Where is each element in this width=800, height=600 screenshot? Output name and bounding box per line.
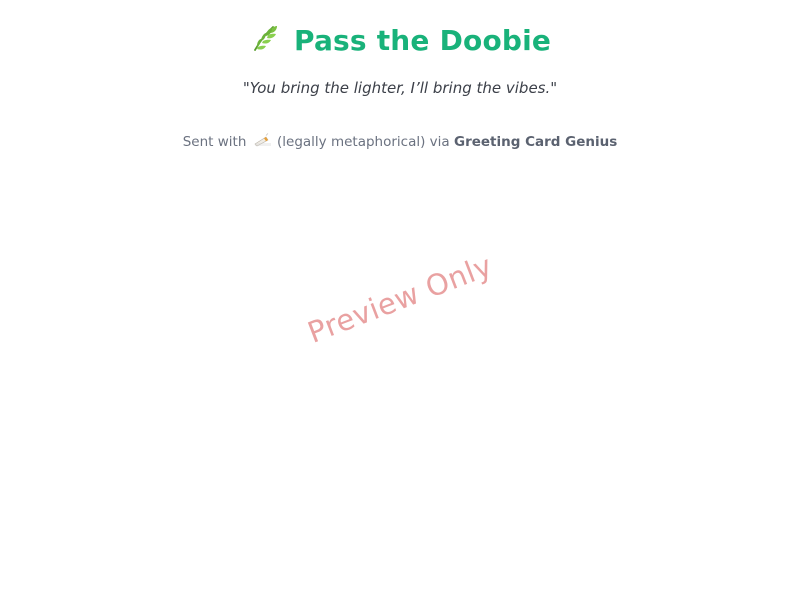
brand-link[interactable]: Greeting Card Genius — [454, 134, 617, 150]
greeting-card-preview: Pass the Doobie "You bring the lighter, … — [0, 0, 800, 600]
preview-watermark: Preview Only — [303, 248, 497, 350]
card-title: Pass the Doobie — [293, 24, 552, 57]
herb-leaf-icon — [249, 23, 279, 53]
joint-icon — [253, 133, 271, 147]
sent-with-footer: Sent with (legally metaphorical) via Gre… — [0, 133, 800, 150]
footer-suffix: (legally metaphorical) via — [277, 134, 450, 150]
card-tagline: "You bring the lighter, I’ll bring the v… — [242, 79, 558, 97]
footer-prefix: Sent with — [182, 134, 247, 150]
card-header: Pass the Doobie — [0, 24, 800, 57]
